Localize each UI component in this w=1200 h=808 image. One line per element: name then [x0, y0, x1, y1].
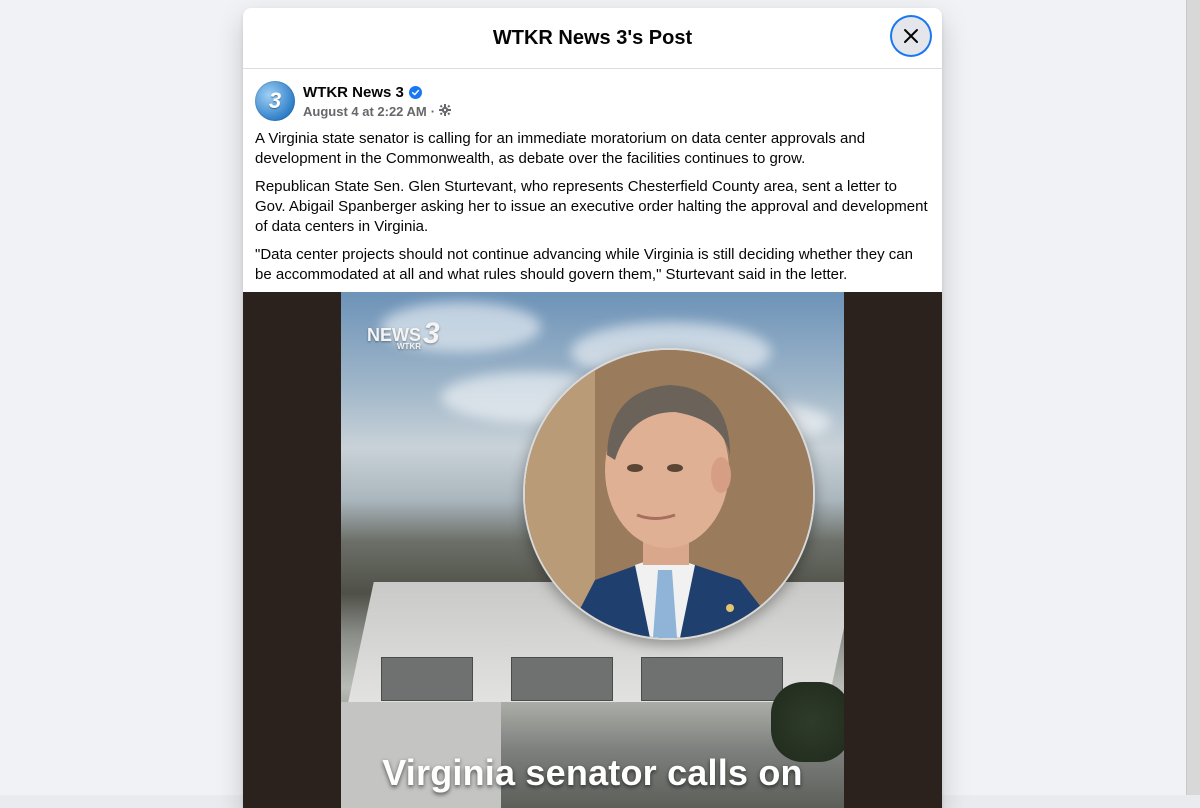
news3-logo: NEWS 3 WTKR: [367, 317, 440, 352]
post-timestamp-link[interactable]: August 4 at 2:22 AM: [303, 104, 427, 119]
separator-dot: ·: [430, 103, 436, 119]
logo-sub: WTKR: [397, 342, 421, 351]
logo-number: 3: [423, 317, 440, 350]
post-header: 3 WTKR News 3 August 4 at 2:22 AM ·: [243, 69, 942, 121]
dialog-header: WTKR News 3's Post: [243, 8, 942, 69]
page-name-row: WTKR News 3: [303, 84, 451, 101]
scrollbar[interactable]: [1186, 0, 1200, 795]
verified-badge-icon: [408, 85, 422, 99]
post-media[interactable]: NEWS 3 WTKR Virginia senator calls on: [243, 292, 942, 808]
post-paragraph: "Data center projects should not continu…: [255, 246, 913, 283]
avatar[interactable]: 3: [255, 81, 295, 121]
post-paragraph: A Virginia state senator is calling for …: [255, 130, 866, 167]
post-dialog: WTKR News 3's Post 3 WTKR News 3 August …: [243, 8, 942, 808]
post-image[interactable]: NEWS 3 WTKR Virginia senator calls on: [341, 292, 844, 808]
avatar-logo-text: 3: [268, 88, 282, 113]
post-text: A Virginia state senator is calling for …: [243, 121, 942, 285]
close-button[interactable]: [892, 17, 930, 55]
post-paragraph: Republican State Sen. Glen Sturtevant, w…: [255, 178, 928, 235]
post-time-row: August 4 at 2:22 AM ·: [303, 103, 452, 119]
dialog-title: WTKR News 3's Post: [492, 26, 693, 49]
close-icon: [904, 29, 918, 43]
image-headline: Virginia senator calls on: [382, 752, 803, 793]
gear-icon[interactable]: [439, 103, 452, 119]
post-meta: WTKR News 3 August 4 at 2:22 AM ·: [303, 84, 452, 119]
senator-portrait: [523, 348, 815, 640]
page-name-link[interactable]: WTKR News 3: [303, 84, 404, 101]
trees: [771, 682, 844, 762]
